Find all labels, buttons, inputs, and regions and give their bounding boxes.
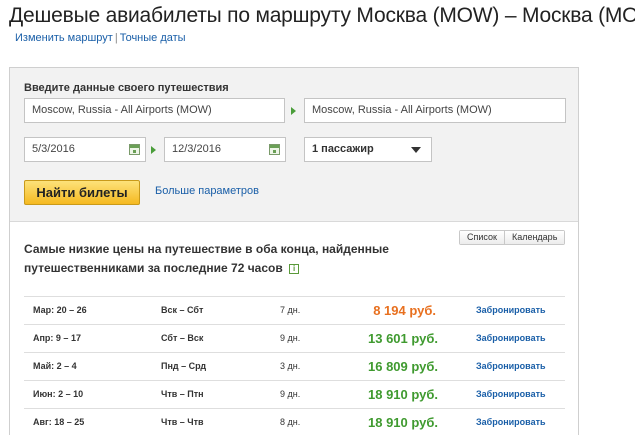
calendar-icon[interactable]: [129, 144, 140, 155]
row-price: 13 601 руб.: [368, 331, 439, 346]
table-row: Мар: 20 – 26 Вск – Сбт 7 дн. 8 194 руб. Забр…: [24, 296, 565, 324]
info-icon[interactable]: i: [289, 264, 300, 274]
row-price: 18 910 руб.: [368, 387, 439, 402]
row-weekdays: Чтв – Птн: [161, 389, 204, 399]
book-link[interactable]: Забронировать: [476, 353, 546, 380]
row-dates: Мар: 20 – 26: [33, 305, 87, 315]
form-heading: Введите данные своего путешествия: [24, 82, 229, 94]
table-row: Июн: 2 – 10 Чтв – Птн 9 дн. 18 910 руб. Забр…: [24, 380, 565, 408]
change-route-link[interactable]: Изменить маршрут: [15, 32, 113, 44]
book-link[interactable]: Забронировать: [476, 409, 546, 435]
depart-date-input[interactable]: 5/3/2016: [24, 137, 146, 162]
row-duration: 9 дн.: [280, 389, 301, 399]
row-price: 16 809 руб.: [368, 359, 439, 374]
row-price: 18 910 руб.: [368, 415, 439, 430]
row-weekdays: Пнд – Срд: [161, 361, 207, 371]
passengers-value: 1 пассажир: [312, 143, 374, 155]
row-duration: 9 дн.: [280, 333, 301, 343]
more-options-link[interactable]: Больше параметров: [155, 185, 259, 197]
origin-input[interactable]: Moscow, Russia - All Airports (MOW): [24, 98, 285, 123]
results-list: Мар: 20 – 26 Вск – Сбт 7 дн. 8 194 руб. Забр…: [24, 296, 565, 435]
arrow-right-icon: [291, 107, 296, 115]
depart-date-value: 5/3/2016: [32, 143, 75, 155]
view-toggle: Список Календарь: [459, 230, 566, 245]
link-separator: |: [114, 32, 118, 44]
return-date-input[interactable]: 12/3/2016: [164, 137, 286, 162]
table-row: Май: 2 – 4 Пнд – Срд 3 дн. 16 809 руб. Забро…: [24, 352, 565, 380]
arrow-right-icon: [151, 146, 156, 154]
book-link[interactable]: Забронировать: [476, 381, 546, 408]
calendar-icon[interactable]: [269, 144, 280, 155]
row-duration: 7 дн.: [280, 305, 301, 315]
exact-dates-link[interactable]: Точные даты: [120, 32, 186, 44]
row-dates: Апр: 9 – 17: [33, 333, 81, 343]
row-price: 8 194 руб.: [373, 303, 436, 318]
book-link[interactable]: Забронировать: [476, 325, 546, 352]
route-links: Изменить маршрут | Точные даты: [15, 32, 186, 44]
book-link[interactable]: Забронировать: [476, 297, 546, 324]
row-duration: 3 дн.: [280, 361, 301, 371]
results-heading-text: Самые низкие цены на путешествие в оба к…: [24, 242, 389, 275]
tab-calendar[interactable]: Календарь: [503, 231, 565, 244]
table-row: Апр: 9 – 17 Сбт – Вск 9 дн. 13 601 руб. Забр…: [24, 324, 565, 352]
row-dates: Авг: 18 – 25: [33, 417, 85, 427]
row-dates: Июн: 2 – 10: [33, 389, 84, 399]
passengers-select[interactable]: 1 пассажир: [304, 137, 432, 162]
row-weekdays: Чтв – Чтв: [161, 417, 204, 427]
tab-list[interactable]: Список: [460, 231, 504, 244]
row-weekdays: Вск – Сбт: [161, 305, 204, 315]
row-duration: 8 дн.: [280, 417, 301, 427]
search-form: Введите данные своего путешествия Moscow…: [10, 68, 578, 222]
row-dates: Май: 2 – 4: [33, 361, 77, 371]
row-weekdays: Сбт – Вск: [161, 333, 204, 343]
chevron-down-icon: [411, 147, 421, 153]
return-date-value: 12/3/2016: [172, 143, 221, 155]
results-heading: Самые низкие цены на путешествие в оба к…: [24, 240, 414, 278]
search-button[interactable]: Найти билеты: [24, 180, 140, 205]
search-results-card: Введите данные своего путешествия Moscow…: [9, 67, 579, 435]
destination-input[interactable]: Moscow, Russia - All Airports (MOW): [304, 98, 566, 123]
page-title: Дешевые авиабилеты по маршруту Москва (M…: [9, 4, 635, 27]
table-row: Авг: 18 – 25 Чтв – Чтв 8 дн. 18 910 руб. Заб…: [24, 408, 565, 435]
